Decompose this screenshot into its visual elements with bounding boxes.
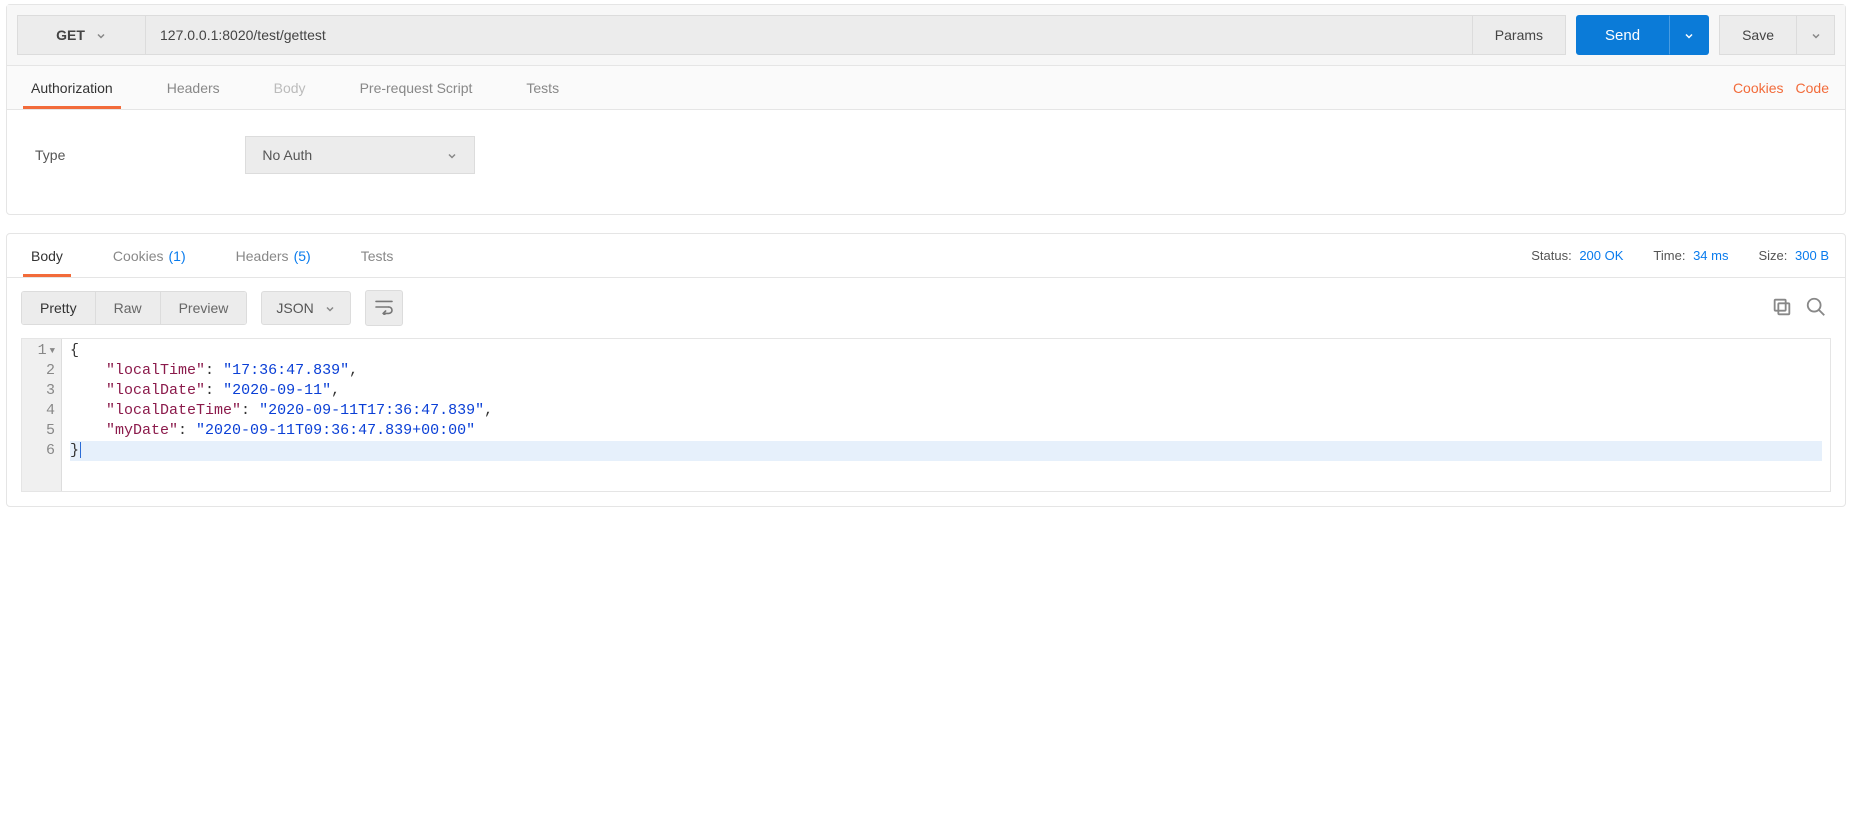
url-input[interactable]: 127.0.0.1:8020/test/gettest: [145, 15, 1473, 55]
save-dropdown[interactable]: [1797, 15, 1835, 55]
response-meta: Status: 200 OK Time: 34 ms Size: 300 B: [1531, 248, 1829, 263]
size-group: Size: 300 B: [1758, 248, 1829, 263]
request-panel: GET 127.0.0.1:8020/test/gettest Params S…: [6, 4, 1846, 215]
code-link[interactable]: Code: [1796, 80, 1829, 96]
response-tabs: Body Cookies (1) Headers (5) Tests Statu…: [7, 234, 1845, 278]
format-select[interactable]: JSON: [261, 291, 350, 325]
view-raw[interactable]: Raw: [96, 292, 161, 324]
format-value: JSON: [276, 300, 313, 316]
params-button[interactable]: Params: [1473, 15, 1566, 55]
cookies-link[interactable]: Cookies: [1733, 80, 1784, 96]
request-links: Cookies Code: [1733, 80, 1829, 96]
status-group: Status: 200 OK: [1531, 248, 1623, 263]
time-group: Time: 34 ms: [1653, 248, 1728, 263]
auth-section: Type No Auth: [7, 110, 1845, 214]
time-label: Time:: [1653, 248, 1685, 263]
method-select[interactable]: GET: [17, 15, 145, 55]
auth-type-value: No Auth: [262, 147, 312, 163]
resp-tab-tests[interactable]: Tests: [353, 234, 402, 277]
chevron-down-icon: [324, 302, 336, 314]
size-value: 300 B: [1795, 248, 1829, 263]
time-value: 34 ms: [1693, 248, 1728, 263]
request-bar: GET 127.0.0.1:8020/test/gettest Params S…: [7, 5, 1845, 66]
view-pretty[interactable]: Pretty: [22, 292, 96, 324]
cookies-count: (1): [169, 248, 186, 264]
text-cursor: [80, 442, 81, 458]
auth-type-label: Type: [35, 147, 65, 163]
tab-authorization[interactable]: Authorization: [23, 66, 121, 109]
size-label: Size:: [1758, 248, 1787, 263]
chevron-down-icon: [446, 149, 458, 161]
headers-count: (5): [294, 248, 311, 264]
code-view: 1▼ 2 3 4 5 6 { "localTime": "17:36:47.83…: [21, 338, 1831, 492]
auth-type-select[interactable]: No Auth: [245, 136, 475, 174]
resp-tab-cookies[interactable]: Cookies (1): [105, 234, 194, 277]
send-group: Send: [1576, 15, 1709, 55]
tab-tests[interactable]: Tests: [518, 66, 567, 109]
request-tabs: Authorization Headers Body Pre-request S…: [7, 66, 1845, 110]
view-mode-group: Pretty Raw Preview: [21, 291, 247, 325]
resp-tab-headers[interactable]: Headers (5): [228, 234, 319, 277]
body-toolbar: Pretty Raw Preview JSON: [7, 278, 1845, 338]
copy-icon[interactable]: [1771, 296, 1793, 321]
tab-prerequest[interactable]: Pre-request Script: [352, 66, 481, 109]
status-label: Status:: [1531, 248, 1571, 263]
method-value: GET: [56, 27, 85, 43]
toolbar-right: [1771, 296, 1831, 321]
fold-icon[interactable]: ▼: [50, 341, 55, 361]
line-gutter: 1▼ 2 3 4 5 6: [22, 339, 62, 491]
url-text: 127.0.0.1:8020/test/gettest: [160, 27, 326, 43]
chevron-down-icon: [95, 29, 107, 41]
resp-tab-body[interactable]: Body: [23, 234, 71, 277]
save-button[interactable]: Save: [1719, 15, 1797, 55]
tab-headers[interactable]: Headers: [159, 66, 228, 109]
send-button[interactable]: Send: [1576, 15, 1669, 55]
tab-body[interactable]: Body: [266, 66, 314, 109]
response-panel: Body Cookies (1) Headers (5) Tests Statu…: [6, 233, 1846, 507]
search-icon[interactable]: [1805, 296, 1827, 321]
send-dropdown[interactable]: [1669, 15, 1709, 55]
code-body[interactable]: { "localTime": "17:36:47.839", "localDat…: [62, 339, 1830, 491]
chevron-down-icon: [1683, 29, 1695, 41]
view-preview[interactable]: Preview: [161, 292, 247, 324]
wrap-lines-button[interactable]: [365, 290, 403, 326]
status-value: 200 OK: [1579, 248, 1623, 263]
chevron-down-icon: [1810, 29, 1822, 41]
save-group: Save: [1719, 15, 1835, 55]
wrap-icon: [374, 299, 394, 318]
